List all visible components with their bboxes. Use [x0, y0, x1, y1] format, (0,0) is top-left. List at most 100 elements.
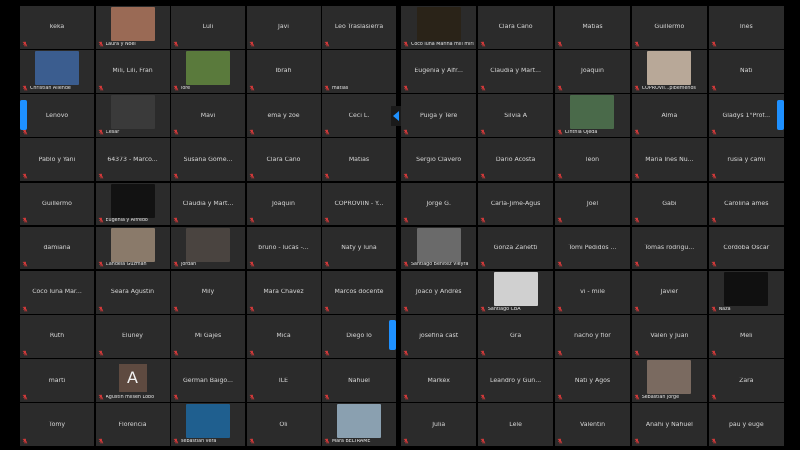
participant-tile[interactable]: Gonza Zanetti	[477, 226, 554, 270]
participant-tile[interactable]: Alma	[631, 94, 708, 137]
participant-tile[interactable]: Carolina ames	[708, 182, 784, 226]
participant-tile[interactable]: marti	[20, 359, 94, 402]
participant-tile[interactable]: ema y zoe	[246, 94, 321, 137]
participant-tile[interactable]: Joaquin	[554, 50, 631, 93]
participant-tile[interactable]: Tomy	[20, 403, 94, 446]
participant-tile[interactable]: Markéx	[401, 359, 477, 402]
participant-tile[interactable]: Luli	[171, 6, 245, 49]
participant-tile[interactable]: A Agustin milsen Lobo	[95, 359, 170, 402]
participant-tile[interactable]: German Baigo...	[171, 359, 245, 402]
participant-tile[interactable]: keka	[20, 6, 94, 49]
participant-tile[interactable]: Jorge G.	[401, 182, 477, 226]
participant-tile[interactable]: Mavi	[171, 94, 245, 137]
previous-page-button[interactable]	[391, 106, 401, 126]
participant-tile[interactable]: Diego lo	[322, 315, 396, 358]
participant-tile[interactable]: Meli	[708, 315, 784, 358]
participant-tile[interactable]: nacho y flor	[554, 315, 631, 358]
participant-tile[interactable]: Eugenia y Alfredo	[95, 182, 170, 226]
participant-tile[interactable]: Inés	[708, 6, 784, 49]
participant-tile[interactable]: Seara Agustin	[95, 270, 170, 314]
right-scroll-handle[interactable]	[777, 100, 784, 130]
participant-tile[interactable]: Florencia	[95, 403, 170, 446]
participant-tile[interactable]: Silvia A	[477, 94, 554, 137]
left-panel-scroll-handle[interactable]	[389, 320, 396, 350]
participant-tile[interactable]: Mili, Lili, Fran	[95, 50, 170, 93]
participant-tile[interactable]: Laura y Noel	[95, 6, 170, 49]
participant-tile[interactable]: Gra	[477, 315, 554, 358]
participant-tile[interactable]: Julia	[401, 403, 477, 446]
participant-tile[interactable]: Clara Cano	[246, 138, 321, 182]
participant-tile[interactable]: Guillermo	[631, 6, 708, 49]
participant-tile[interactable]: Javier	[631, 270, 708, 314]
participant-tile[interactable]: Nati y Agos	[554, 359, 631, 402]
participant-tile[interactable]: Guillermo	[20, 182, 94, 226]
participant-tile[interactable]: Leandro y Gun...	[477, 359, 554, 402]
participant-tile[interactable]: pau y euge	[708, 403, 784, 446]
participant-tile[interactable]: Clara Cano	[477, 6, 554, 49]
participant-tile[interactable]: Ibrah	[246, 50, 321, 93]
participant-tile[interactable]: Gladys 1°Prof...	[708, 94, 784, 137]
participant-tile[interactable]: Carla-Jime-Agus	[477, 182, 554, 226]
participant-tile[interactable]: Ruth	[20, 315, 94, 358]
participant-tile[interactable]: Tomi Pedidos ...	[554, 226, 631, 270]
participant-tile[interactable]: Leo Traslasierra	[322, 6, 396, 49]
participant-tile[interactable]: Claudia y Mart...	[171, 182, 245, 226]
participant-tile[interactable]: Joel	[554, 182, 631, 226]
participant-tile[interactable]: Mica	[246, 315, 321, 358]
participant-tile[interactable]: Pablo y Yani	[20, 138, 94, 182]
participant-tile[interactable]: Eugenia y Alfr...	[401, 50, 477, 93]
participant-tile[interactable]: Oli	[246, 403, 321, 446]
participant-tile[interactable]: Sergio Clavero	[401, 138, 477, 182]
participant-tile[interactable]: Mara BELTRAME	[322, 403, 396, 446]
participant-tile[interactable]: Valen y Juan	[631, 315, 708, 358]
participant-tile[interactable]: Coco luna Mar...	[20, 270, 94, 314]
participant-tile[interactable]: damiana	[20, 226, 94, 270]
participant-tile[interactable]: Joaco y Andrés	[401, 270, 477, 314]
participant-tile[interactable]: Javi	[246, 6, 321, 49]
participant-tile[interactable]: Susana Góme...	[171, 138, 245, 182]
participant-tile[interactable]: Nati	[708, 50, 784, 93]
participant-tile[interactable]: bruno - lucas -...	[246, 226, 321, 270]
participant-tile[interactable]: Mara Chavez	[246, 270, 321, 314]
participant-tile[interactable]: Ceci L.	[322, 94, 396, 137]
participant-tile[interactable]: COPROVIIN - Y...	[322, 182, 396, 226]
participant-tile[interactable]: Anahi y Nahuel	[631, 403, 708, 446]
participant-tile[interactable]: Cinthia Ojeda	[554, 94, 631, 137]
participant-tile[interactable]: rusia y cami	[708, 138, 784, 182]
participant-tile[interactable]: Valentin	[554, 403, 631, 446]
participant-tile[interactable]: ILE	[246, 359, 321, 402]
participant-tile[interactable]: Maria Ines Nu...	[631, 138, 708, 182]
participant-tile[interactable]: Dario Acosta	[477, 138, 554, 182]
participant-tile[interactable]: vi - mile	[554, 270, 631, 314]
participant-tile[interactable]: Santiago Benitez Vieyra	[401, 226, 477, 270]
participant-tile[interactable]: matias	[322, 50, 396, 93]
participant-tile[interactable]: Candela Guzmán	[95, 226, 170, 270]
participant-tile[interactable]: Coco luna Marina mili mirla Mar...	[401, 6, 477, 49]
participant-tile[interactable]: Sebastian jorge	[631, 359, 708, 402]
participant-tile[interactable]: Marcos docente	[322, 270, 396, 314]
participant-tile[interactable]: jordan	[171, 226, 245, 270]
participant-tile[interactable]: Claudia y Mart...	[477, 50, 554, 93]
participant-tile[interactable]: Lele	[477, 403, 554, 446]
participant-tile[interactable]: COPROVII...pibemenos	[631, 50, 708, 93]
participant-tile[interactable]: Joaquin	[246, 182, 321, 226]
participant-tile[interactable]: Cesar	[95, 94, 170, 137]
participant-tile[interactable]: 64373 - Marco...	[95, 138, 170, 182]
participant-tile[interactable]: Naty y luna	[322, 226, 396, 270]
participant-tile[interactable]: Lenovo	[20, 94, 94, 137]
left-scroll-handle[interactable]	[20, 100, 27, 130]
participant-tile[interactable]: Gabi	[631, 182, 708, 226]
participant-tile[interactable]: sebastian vera	[171, 403, 245, 446]
participant-tile[interactable]: Christian Allende	[20, 50, 94, 93]
participant-tile[interactable]: Cordoba Oscar	[708, 226, 784, 270]
participant-tile[interactable]: Eluney	[95, 315, 170, 358]
participant-tile[interactable]: Nahuel	[322, 359, 396, 402]
participant-tile[interactable]: Tomas rodrigu...	[631, 226, 708, 270]
participant-tile[interactable]: Matias	[322, 138, 396, 182]
participant-tile[interactable]: lore	[171, 50, 245, 93]
participant-tile[interactable]: Puiga y Tere	[401, 94, 477, 137]
participant-tile[interactable]: Zara	[708, 359, 784, 402]
participant-tile[interactable]: Santiago CBA	[477, 270, 554, 314]
participant-tile[interactable]: josefina cast	[401, 315, 477, 358]
participant-tile[interactable]: Mily	[171, 270, 245, 314]
